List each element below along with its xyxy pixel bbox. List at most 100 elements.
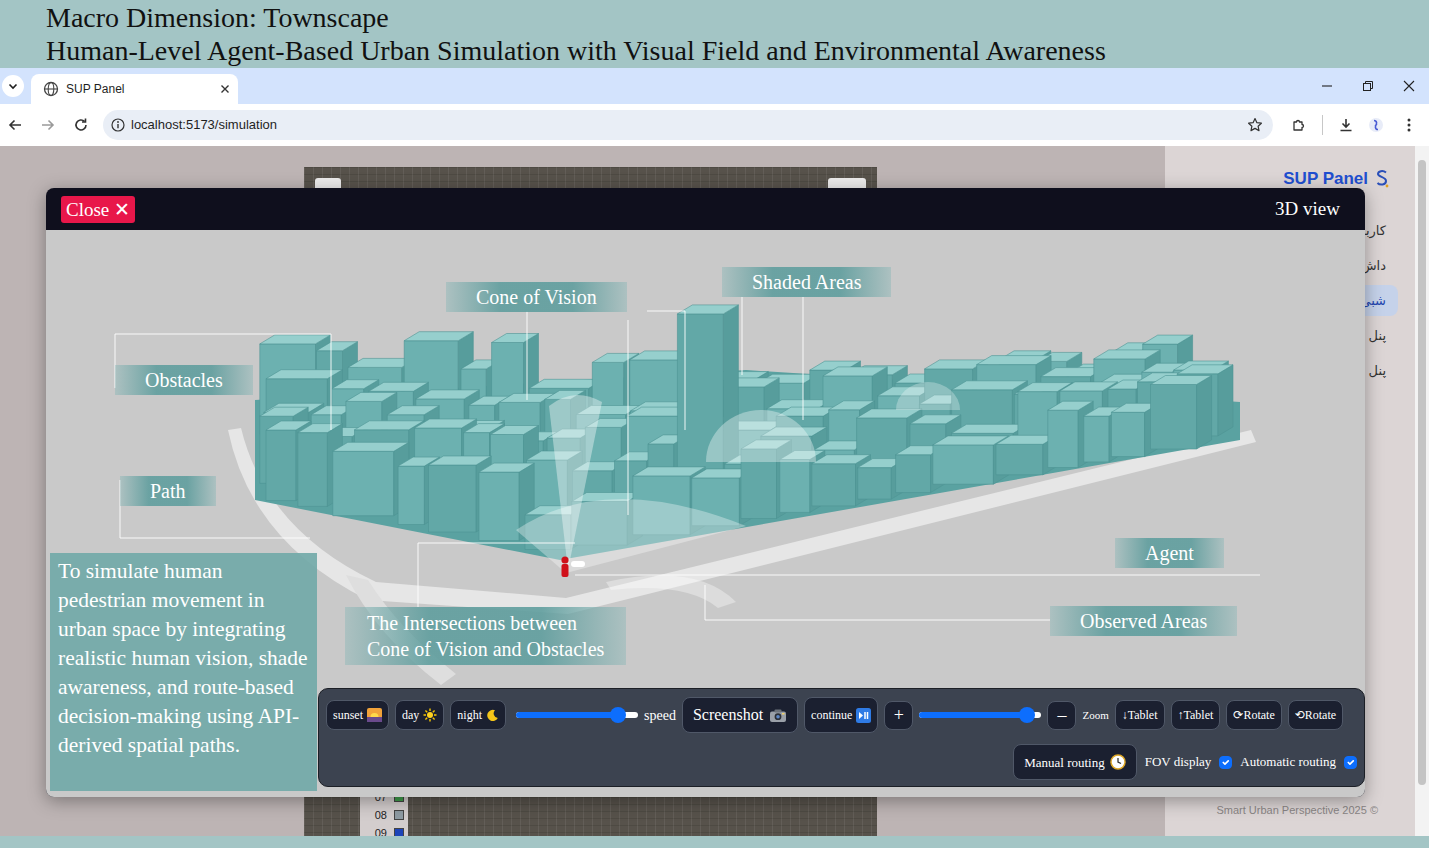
time-of-day-button[interactable]: sunset [326, 700, 389, 730]
building-roof [952, 381, 1028, 390]
annotation-line: Obstacles [145, 367, 223, 393]
info-icon [111, 118, 125, 132]
annotation-label: Agent [1115, 538, 1224, 568]
continue-button[interactable]: continue [804, 697, 878, 733]
browser-tab[interactable]: SUP Panel [31, 74, 238, 104]
annotation-line: Cone of Vision [476, 284, 597, 310]
leader-line [742, 297, 743, 375]
button-label: day [402, 709, 419, 721]
building-front [996, 444, 1043, 475]
toggle-option[interactable]: FOV display [1145, 752, 1233, 772]
annotation-label: Obstacles [115, 365, 253, 395]
profile-button[interactable] [1361, 110, 1391, 140]
manual-routing-button[interactable]: Manual routing [1013, 744, 1137, 780]
screenshot-button[interactable]: Screenshot [682, 697, 798, 733]
reload-button[interactable] [66, 110, 96, 140]
time-of-day-button[interactable]: day [395, 700, 444, 730]
close-button[interactable]: Close ✕ [61, 196, 135, 223]
speed-thumb[interactable] [610, 707, 626, 723]
tab-list-button[interactable] [2, 75, 24, 97]
download-icon [1338, 117, 1354, 133]
address-url[interactable]: localhost:5173/simulation [131, 115, 1247, 135]
forward-button[interactable] [33, 110, 63, 140]
modal-header: Close ✕3D view [46, 188, 1365, 230]
annotation-line: Observed Areas [1080, 608, 1207, 634]
minimize-button[interactable] [1306, 68, 1347, 104]
graphic-part [1249, 119, 1262, 131]
time-of-day-button[interactable]: night [450, 700, 506, 730]
view-button[interactable]: ↑Tablet [1171, 700, 1221, 730]
moon-icon [486, 709, 499, 722]
toggle-option[interactable]: Automatic routing [1240, 752, 1357, 772]
forward-arrow-icon [40, 117, 56, 133]
zoom-out-button[interactable]: – [1047, 701, 1076, 730]
toggle-label: FOV display [1145, 752, 1212, 772]
graphic-part [220, 84, 230, 94]
sun-icon [423, 708, 437, 722]
annotation-label: Shaded Areas [722, 267, 891, 297]
address-bar[interactable]: localhost:5173/simulation [103, 110, 1273, 140]
graphic-part [1386, 185, 1389, 188]
graphic-part [1378, 171, 1387, 184]
building-roof [479, 463, 534, 472]
caption-subtitle: Human-Level Agent-Based Urban Simulation… [46, 34, 1429, 67]
building-roof [492, 334, 539, 343]
speed-slider[interactable] [516, 712, 638, 718]
control-row: sunsetdaynightspeedScreenshotcontinue+–Z… [326, 697, 1357, 733]
graphic-part [1408, 129, 1411, 132]
building-roof [404, 332, 473, 341]
toggle-checkbox[interactable] [1344, 756, 1357, 769]
building-roof [857, 409, 922, 418]
scrollbar-thumb[interactable] [1418, 160, 1426, 785]
button-label: Screenshot [693, 707, 763, 723]
graphic-part [367, 717, 382, 722]
zoom-in-button[interactable]: + [884, 701, 913, 730]
graphic-part [1374, 169, 1390, 189]
restore-button[interactable] [1347, 68, 1388, 104]
building-front [1151, 385, 1197, 450]
graphic-part [856, 708, 871, 723]
tab-title: SUP Panel [66, 80, 220, 98]
graphic-part [1403, 80, 1415, 92]
graphic-part [73, 117, 89, 133]
building-front [858, 468, 892, 500]
tab-close-button[interactable] [220, 84, 230, 94]
building-roof [1143, 335, 1193, 344]
graphic-part [782, 713, 785, 715]
graphic-part [112, 119, 124, 131]
view-button[interactable]: ↓Tablet [1115, 700, 1165, 730]
back-arrow-icon [7, 117, 23, 133]
graphic-part [1368, 117, 1384, 133]
agent-figure[interactable] [561, 556, 585, 577]
zoom-slider[interactable] [919, 712, 1041, 718]
zoom-thumb[interactable] [1019, 707, 1035, 723]
control-bar: sunsetdaynightspeedScreenshotcontinue+–Z… [318, 688, 1365, 787]
browser-toolbar: localhost:5173/simulation [0, 104, 1429, 146]
web-page: 070809SUP PanelکاربریداششبیپنلپنلSmart U… [0, 146, 1429, 836]
downloads-button[interactable] [1331, 110, 1361, 140]
tab-strip: SUP Panel [0, 68, 1429, 104]
building-roof [387, 406, 439, 415]
graphic-part [427, 712, 433, 718]
menu-button[interactable] [1394, 110, 1424, 140]
graphic-part [1338, 117, 1354, 133]
graphic-part [1294, 121, 1304, 131]
extensions-button[interactable] [1284, 110, 1314, 140]
graphic-part [856, 708, 871, 723]
building-front [333, 451, 394, 515]
back-button[interactable] [0, 110, 30, 140]
control-row: Manual routing FOV display Automatic routi… [326, 744, 1357, 780]
graphic-part [45, 88, 58, 89]
window-close-button[interactable] [1388, 68, 1429, 104]
graphic-part [45, 83, 58, 96]
toggle-checkbox[interactable] [1219, 756, 1232, 769]
building-front [479, 472, 519, 540]
graphic-part [1291, 117, 1307, 133]
building-roof [355, 421, 424, 430]
building-roof [317, 342, 358, 351]
graphic-part [117, 124, 118, 128]
view-button[interactable]: ⟲Rotate [1288, 700, 1343, 730]
building-front [429, 465, 477, 532]
building-roof [415, 419, 477, 428]
view-button[interactable]: ⟳Rotate [1226, 700, 1281, 730]
